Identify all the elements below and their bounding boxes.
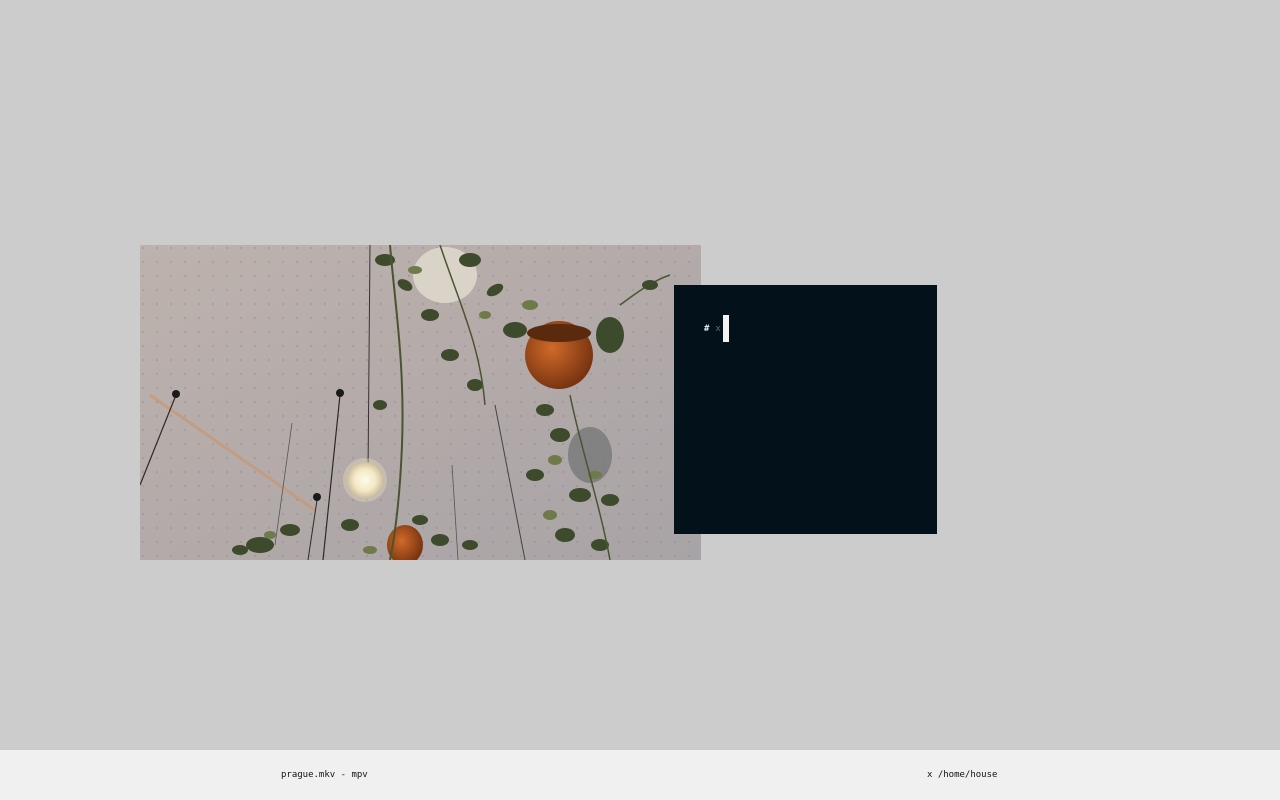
terminal-cursor (722, 315, 729, 342)
terminal-command-line[interactable]: # x (704, 315, 729, 342)
terminal-command-text: x (715, 323, 721, 334)
desktop: # x (0, 0, 1280, 750)
taskbar-item-terminal[interactable]: x /home/house (927, 769, 997, 781)
terminal-window[interactable]: # x (674, 285, 937, 534)
taskbar: prague.mkv - mpv x /home/house (0, 750, 1280, 800)
terminal-prompt: # (704, 323, 710, 334)
taskbar-item-mpv[interactable]: prague.mkv - mpv (281, 769, 368, 781)
video-frame (140, 245, 701, 560)
mpv-video-window[interactable] (140, 245, 701, 560)
